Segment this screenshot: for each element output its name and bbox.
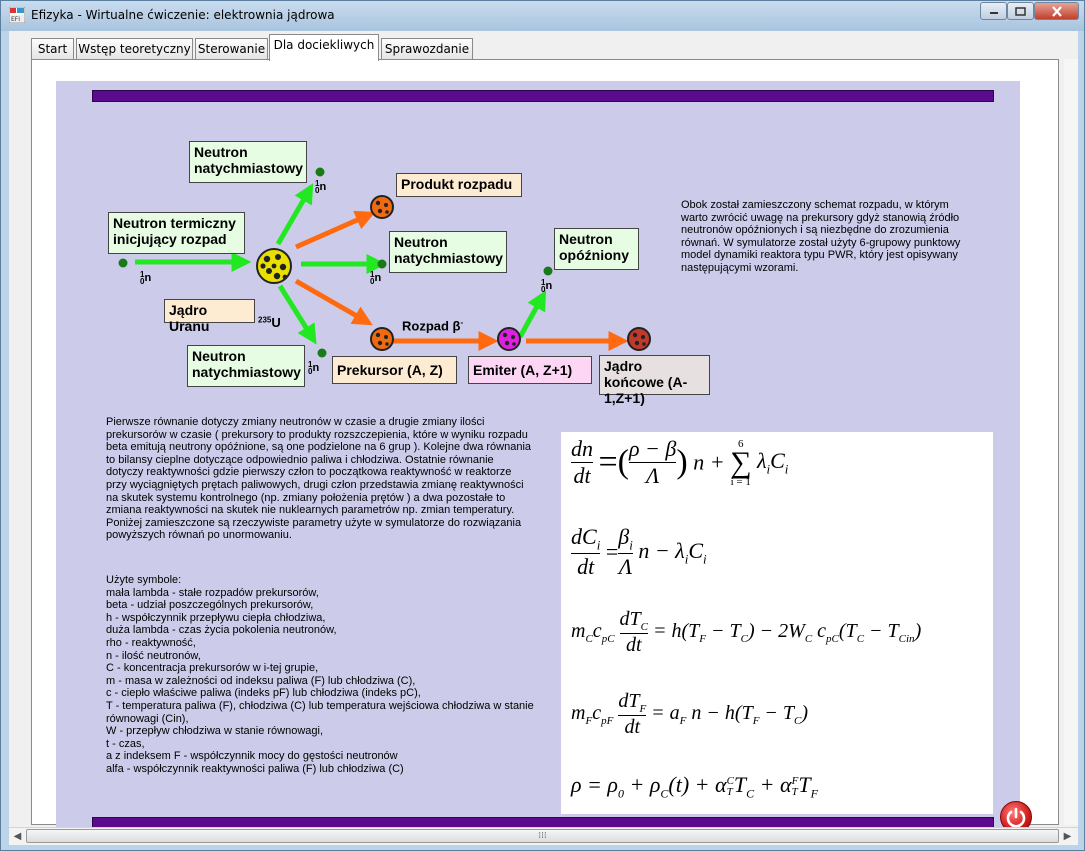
symbol-item: c - ciepło właściwe paliwa (indeks pF) l… [106,687,421,700]
symbol-item: n - ilość neutronów, [106,649,201,662]
window-title: Efizyka - Wirtualne ćwiczenie: elektrown… [31,8,335,22]
symbol-item: h - współczynnik przepływu ciepła chłodz… [106,611,326,624]
arrow-uranium-to-precursor [294,278,373,326]
arrow-uranium-to-product [294,210,376,250]
equation-precursor-balance: dCi dt = βi Λ n − λiCi [571,524,707,580]
decay-product-nucleus-icon [370,195,394,219]
symbol-item: alfa - współczynnik reaktywności paliwa … [106,762,404,775]
equation-reactivity: ρ = ρ0 + ρC(t) + α C T TC + α F T TF [571,772,818,801]
label-prompt-neutron-bottom: Neutron natychmiastowy [187,345,305,387]
label-thermal-neutron: Neutron termiczny inicjujący rozpad [108,212,245,254]
neutron-symbol-mid: 1 0n [370,270,382,286]
tab-for-curious[interactable]: Dla dociekliwych [269,34,379,61]
intro-paragraph: Obok został zamieszczony schemat rozpadu… [681,199,961,274]
label-uranium-nucleus: Jądro Uranu [164,299,255,334]
label-delayed-neutron: Neutron opóźniony [554,228,639,270]
arrow-emitter-to-delayed [517,290,547,339]
arrow-uranium-to-prompt-top [275,183,314,246]
neutron-dot-initial [118,258,128,268]
close-icon [1051,5,1062,17]
symbol-item: beta - udział poszczególnych prekursorów… [106,599,314,612]
label-prompt-neutron-top: Neutron natychmiastowy [189,141,307,183]
neutron-symbol-bottom: 1 0n [308,360,320,376]
symbol-item: t - czas, [106,737,145,750]
equation-fuel-heat-balance: mFcpF dTF dt = aF n − h(TF − TC) [571,690,809,738]
description-paragraph: Pierwsze równanie dotyczy zmiany neutron… [106,416,532,542]
tab-theory[interactable]: Wstęp teoretyczny [76,38,193,60]
tab-panel: Neutron termiczny inicjujący rozpad Neut… [31,59,1059,833]
svg-text:EFI: EFI [11,16,20,23]
symbols-heading: Użyte symbole: [106,574,182,586]
symbol-item: C - koncentracja prekursorów w i-tej gru… [106,662,319,675]
neutron-symbol-top: 1 0n [315,179,327,195]
scrollbar-thumb[interactable]: ⁞⁞⁞ [26,829,1059,843]
tab-control[interactable]: Sterowanie [195,38,268,60]
tab-start[interactable]: Start [31,38,74,60]
label-emitter: Emiter (A, Z+1) [468,356,592,384]
neutron-dot-prompt-top [315,167,325,177]
equation-coolant-heat-balance: mCcpC dTC dt = h(TF − TC) − 2WC cpC(TC − … [571,608,922,656]
neutron-dot-prompt-mid [377,259,387,269]
precursor-nucleus-icon [370,327,394,351]
scroll-left-icon[interactable]: ◀ [9,828,26,845]
equation-neutron-balance: dn dt =(ρ − β Λ) n + 6 ∑ i = 1 λiCi [571,436,789,488]
symbol-item: T - temperatura paliwa (F), chłodziwa (C… [106,699,534,725]
symbol-item: m - masa w zależności od indeksu paliwa … [106,674,416,687]
tab-report[interactable]: Sprawozdanie [381,38,473,60]
scroll-right-icon[interactable]: ▶ [1059,828,1076,845]
symbol-item: duża lambda - czas życia pokolenia neutr… [106,624,337,637]
label-beta-decay: Rozpad β- [402,318,464,334]
vertical-scrollbar-track[interactable] [1064,59,1078,825]
emitter-nucleus-icon [497,327,521,351]
label-final-nucleus: Jądro końcowe (A-1,Z+1) [599,355,710,406]
symbol-item: W - przepływ chłodziwa w stanie równowag… [106,725,324,738]
symbol-item: a z indeksem F - współczynnik mocy do gę… [106,750,398,763]
symbol-item: mała lambda - stałe rozpadów prekursorów… [106,586,319,599]
title-bar[interactable]: EFI Efizyka - Wirtualne ćwiczenie: elekt… [1,1,1084,31]
neutron-dot-delayed [543,266,553,276]
label-decay-product: Produkt rozpadu [396,173,522,197]
maximize-button[interactable] [1007,2,1034,20]
symbols-list: Użyte symbole: mała lambda - stałe rozpa… [106,574,546,776]
application-window: EFI Efizyka - Wirtualne ćwiczenie: elekt… [0,0,1085,851]
final-nucleus-icon [627,327,651,351]
horizontal-scrollbar[interactable]: ◀ ⁞⁞⁞ ▶ [9,827,1078,845]
close-button[interactable] [1034,2,1079,20]
client-area: Start Wstęp teoretyczny Sterowanie Dla d… [9,31,1078,845]
neutron-dot-prompt-bottom [317,348,327,358]
minimize-button[interactable] [980,2,1007,20]
label-prompt-neutron-mid: Neutron natychmiastowy [389,231,507,273]
maximize-icon [1015,6,1026,16]
label-precursor: Prekursor (A, Z) [332,356,457,384]
minimize-icon [989,12,998,14]
app-icon: EFI [9,7,25,23]
uranium-symbol: 235U [258,315,281,330]
arrow-uranium-to-prompt-bottom [277,284,317,345]
neutron-symbol-delayed: 1 0n [541,278,553,294]
equations-panel: dn dt =(ρ − β Λ) n + 6 ∑ i = 1 λiCi dCi dt = β… [561,432,993,814]
symbol-item: rho - reaktywność, [106,636,196,649]
neutron-symbol-initial: 1 0n [140,270,152,286]
uranium-nucleus-icon [256,248,292,284]
content-area: Neutron termiczny inicjujący rozpad Neut… [56,81,1032,833]
